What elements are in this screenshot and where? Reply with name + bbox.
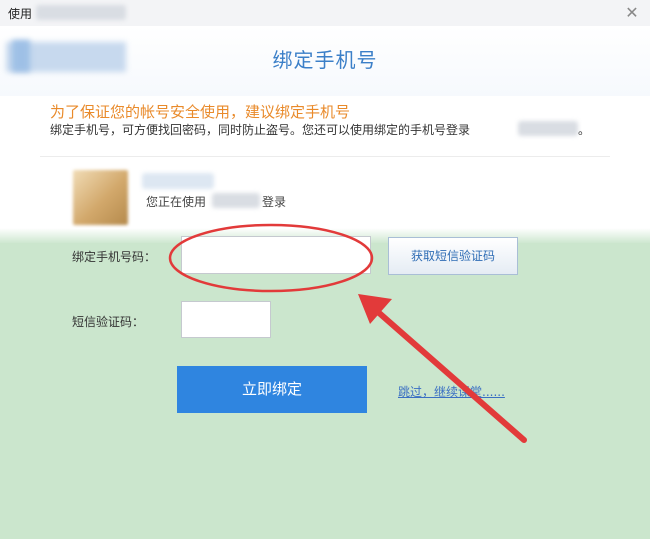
avatar xyxy=(73,170,128,225)
skip-link[interactable]: 跳过，继续课堂...... xyxy=(398,383,505,400)
login-account-blurred xyxy=(212,193,260,208)
username-blurred xyxy=(142,173,214,189)
security-warning: 为了保证您的帐号安全使用，建议绑定手机号 xyxy=(50,103,351,121)
login-status-prefix: 您正在使用 xyxy=(146,195,207,209)
get-sms-code-button[interactable]: 获取短信验证码 xyxy=(388,237,518,275)
phone-input[interactable] xyxy=(181,236,371,274)
dialog-title: 绑定手机号 xyxy=(272,48,378,72)
window-title: 使用 xyxy=(8,7,33,21)
bind-phone-dialog: 使用 ✕ 绑定手机号 为了保证您的帐号安全使用，建议绑定手机号 绑定手机号，可方… xyxy=(0,0,650,539)
sms-code-label: 短信验证码： xyxy=(72,315,145,329)
sms-code-input[interactable] xyxy=(181,301,271,338)
bind-now-button[interactable]: 立即绑定 xyxy=(177,366,367,413)
close-icon[interactable]: ✕ xyxy=(622,3,642,23)
title-bar: 使用 ✕ xyxy=(0,0,650,27)
title-blurred-text xyxy=(36,5,126,20)
phone-label: 绑定手机号码： xyxy=(72,250,157,264)
bind-description: 绑定手机号，可方便找回密码，同时防止盗号。您还可以使用绑定的手机号登录 xyxy=(50,123,471,137)
description-blurred-text xyxy=(518,121,578,136)
description-tail: 。 xyxy=(578,123,591,137)
login-status-suffix: 登录 xyxy=(262,195,287,209)
divider xyxy=(40,156,610,157)
